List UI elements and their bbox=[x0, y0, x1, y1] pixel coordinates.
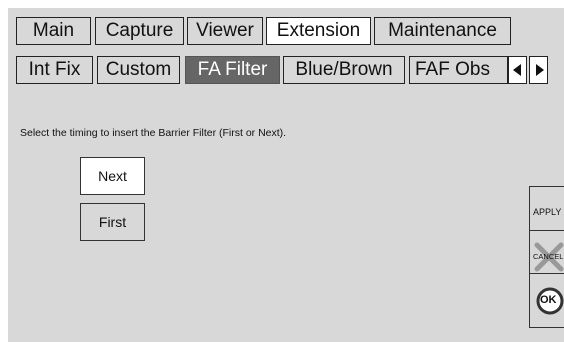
tab-capture[interactable]: Capture bbox=[95, 17, 184, 45]
triangle-left-icon bbox=[513, 64, 521, 76]
tab-faf-obs[interactable]: FAF Obs bbox=[409, 56, 508, 84]
tab-scroll-left-button[interactable] bbox=[508, 56, 527, 84]
tab-maintenance[interactable]: Maintenance bbox=[374, 17, 511, 45]
apply-label: APPLY bbox=[533, 207, 562, 217]
ok-button[interactable]: OK bbox=[529, 273, 564, 328]
tab-fa-filter[interactable]: FA Filter bbox=[185, 56, 280, 84]
instruction-text: Select the timing to insert the Barrier … bbox=[20, 127, 287, 139]
triangle-right-icon bbox=[536, 64, 544, 76]
tab-blue-brown[interactable]: Blue/Brown bbox=[283, 56, 405, 84]
tab-scroll-right-button[interactable] bbox=[529, 56, 548, 84]
tab-extension[interactable]: Extension bbox=[266, 17, 371, 45]
tab-int-fix[interactable]: Int Fix bbox=[16, 56, 93, 84]
tab-viewer[interactable]: Viewer bbox=[187, 17, 263, 45]
next-button[interactable]: Next bbox=[80, 157, 145, 195]
first-button[interactable]: First bbox=[80, 203, 145, 241]
ok-label: OK bbox=[540, 294, 557, 306]
cancel-label: CANCEL bbox=[533, 252, 564, 261]
tab-main[interactable]: Main bbox=[16, 17, 91, 45]
tab-custom[interactable]: Custom bbox=[97, 56, 180, 84]
